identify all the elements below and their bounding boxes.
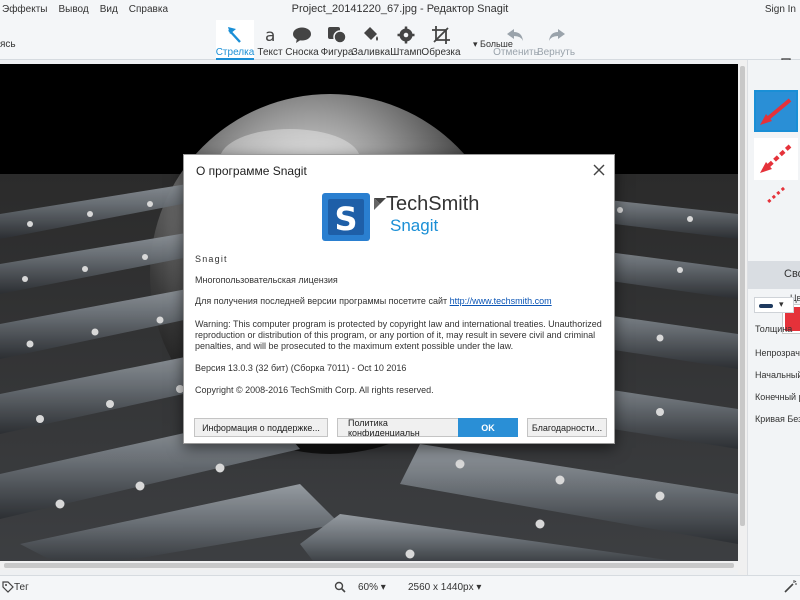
version-text: Версия 13.0.3 (32 бит) (Сборка 7011) - O…: [195, 363, 407, 373]
style-swatch-3[interactable]: [754, 186, 798, 228]
line-style-dropdown[interactable]: ▾: [754, 297, 794, 313]
svg-text:S: S: [334, 200, 357, 238]
snagit-logo-icon: S: [322, 193, 370, 241]
tool-label: Обрезка: [421, 47, 461, 58]
redo-icon: [546, 24, 566, 46]
license-text: Многопользовательская лицензия: [195, 275, 338, 285]
website-link[interactable]: http://www.techsmith.com: [450, 296, 552, 306]
brand-product: Snagit: [390, 216, 439, 235]
chevron-down-icon: ▾: [476, 582, 482, 593]
properties-tab[interactable]: Сво: [748, 261, 800, 289]
tool-fill[interactable]: Заливка: [352, 20, 390, 60]
scroll-thumb[interactable]: [4, 563, 734, 568]
warning-line-3: penalties, and will be prosecuted to the…: [195, 341, 514, 351]
quick-styles-panel: Сво Цв ▾ Толщина Непрозрач Начальный Кон…: [747, 60, 800, 575]
tag-icon[interactable]: [2, 581, 14, 596]
update-text: Для получения последней версии программы…: [195, 296, 448, 306]
line-style-icon: [759, 304, 773, 308]
properties-tab-label: Сво: [784, 268, 800, 280]
chevron-down-icon: ▾: [779, 299, 784, 309]
status-bar: Тег 60% ▾ 2560 x 1440px ▾: [0, 575, 800, 600]
brand-company: TechSmith: [386, 193, 480, 215]
about-dialog: О программе Snagit S TechSmith Snagit Sn…: [183, 154, 615, 444]
dimensions-dropdown[interactable]: 2560 x 1440px ▾: [408, 582, 481, 593]
title-bar: Эффекты Вывод Вид Справка Project_201412…: [0, 0, 800, 20]
more-label: Больше: [480, 39, 513, 49]
search-icon[interactable]: [334, 581, 346, 596]
magic-wand-icon[interactable]: [784, 580, 797, 596]
tool-label: Сноска: [285, 47, 319, 58]
text-a-icon: a: [263, 24, 277, 46]
stamp-gear-icon: [397, 24, 415, 46]
redo-button[interactable]: Вернуть: [536, 20, 576, 60]
privacy-policy-button[interactable]: Политика конфиденциальн: [337, 418, 461, 437]
prop-thickness[interactable]: Толщина: [755, 324, 792, 334]
menu-help[interactable]: Справка: [129, 4, 168, 15]
tool-label: Штамп: [390, 47, 422, 58]
toolbar-left-label: ясь: [0, 39, 16, 50]
tool-label: Фигура: [320, 47, 354, 58]
arrow-pointer-icon: [226, 24, 244, 46]
dialog-title: О программе Snagit: [196, 164, 307, 178]
techsmith-mark-icon: [374, 197, 386, 215]
prop-bezier[interactable]: Кривая Без: [755, 414, 800, 424]
menu-effects[interactable]: Эффекты: [2, 4, 47, 15]
prop-opacity[interactable]: Непрозрач: [755, 348, 800, 358]
chevron-down-icon: ▾: [380, 582, 386, 593]
product-name: Snagit: [195, 254, 228, 264]
fill-bucket-icon: [361, 24, 381, 46]
menu-output[interactable]: Вывод: [58, 4, 88, 15]
tool-stamp[interactable]: Штамп: [387, 20, 425, 60]
style-swatch-1[interactable]: [754, 90, 798, 132]
svg-text:a: a: [265, 26, 275, 44]
crop-icon: [432, 24, 450, 46]
dimensions-value: 2560 x 1440px: [408, 582, 474, 593]
close-icon[interactable]: [590, 161, 608, 179]
warning-line-1: Warning: This computer program is protec…: [195, 319, 602, 329]
tool-shape[interactable]: Фигура: [318, 20, 356, 60]
menu-bar: Эффекты Вывод Вид Справка: [0, 4, 179, 15]
tool-callout[interactable]: Сноска: [283, 20, 321, 60]
update-line: Для получения последней версии программы…: [195, 296, 552, 307]
redo-label: Вернуть: [536, 47, 576, 58]
support-info-button[interactable]: Информация о поддержке...: [194, 418, 328, 437]
tool-arrow[interactable]: Стрелка: [216, 20, 254, 60]
tool-label: Заливка: [351, 47, 391, 58]
chevron-down-icon: ▾: [473, 39, 481, 49]
style-swatch-2[interactable]: [754, 138, 798, 180]
ok-button[interactable]: OK: [458, 418, 518, 437]
tool-label: Текст: [257, 47, 283, 58]
shape-icon: [327, 24, 347, 46]
prop-end[interactable]: Конечный р: [755, 392, 800, 402]
acknowledgements-button[interactable]: Благодарности...: [527, 418, 607, 437]
scroll-thumb[interactable]: [740, 66, 745, 526]
prop-start[interactable]: Начальный: [755, 370, 800, 380]
copyright-text: Copyright © 2008-2016 TechSmith Corp. Al…: [195, 385, 434, 395]
warning-line-2: reproduction or distribution of this pro…: [195, 330, 596, 340]
tool-label: Стрелка: [215, 47, 255, 58]
zoom-value: 60%: [358, 582, 379, 593]
tag-label[interactable]: Тег: [14, 582, 29, 593]
sign-in-link[interactable]: Sign In: [765, 4, 796, 15]
zoom-dropdown[interactable]: 60% ▾: [358, 582, 386, 593]
more-tools-button[interactable]: ▾ Больше: [473, 39, 513, 50]
speech-bubble-icon: [292, 24, 312, 46]
menu-view[interactable]: Вид: [100, 4, 118, 15]
vertical-scrollbar[interactable]: [738, 60, 747, 575]
tool-crop[interactable]: Обрезка: [421, 20, 461, 60]
toolbar: ясь Стрелка a Текст Сноска Фигура Заливк…: [0, 20, 800, 71]
horizontal-scrollbar[interactable]: [0, 561, 738, 570]
